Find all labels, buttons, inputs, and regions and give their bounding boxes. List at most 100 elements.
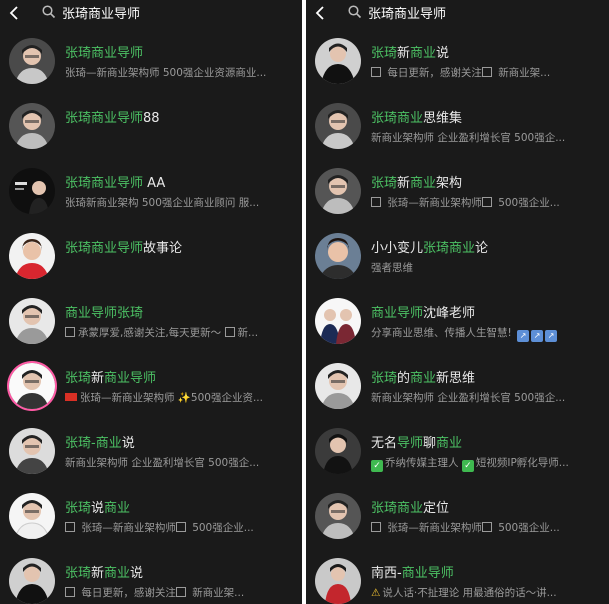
item-subtitle: 张琦—新商业架构师 500强企业... [371, 520, 601, 535]
list-item[interactable]: 张琦商业导师 AA 张琦新商业架构 500强企业商业顾问 服... [0, 160, 302, 225]
item-subtitle: 新商业架构师 企业盈利增长官 500强企... [371, 132, 566, 144]
item-title: 张琦说商业 [65, 501, 131, 516]
search-bar: 张琦商业导师 [306, 0, 609, 26]
list-item[interactable]: 张琦商业导师故事论 [0, 225, 302, 290]
checkbox-icon [224, 327, 235, 337]
left-panel: 张琦商业导师 张琦商业导师 张琦—新商业架构师 500强企业资源商业... 张琦… [0, 0, 302, 604]
list-item[interactable]: 张琦-商业说 新商业架构师 企业盈利增长官 500强企... [0, 420, 302, 485]
item-title: 张琦新商业架构 [371, 176, 463, 191]
item-title: 张琦商业导师 [65, 46, 144, 61]
avatar [315, 168, 361, 214]
checkbox-icon [65, 587, 75, 597]
avatar [315, 38, 361, 84]
check-mark-icon: ✓ [371, 460, 383, 472]
item-subtitle: ⚠ 说人话·不扯理论 用最通俗的话～讲... [371, 587, 557, 599]
result-list: 张琦商业导师 张琦—新商业架构师 500强企业资源商业... 张琦商业导师88 … [0, 30, 302, 604]
list-item[interactable]: 南西-商业导师 ⚠ 说人话·不扯理论 用最通俗的话～讲... [306, 550, 609, 604]
checkbox-icon [481, 197, 492, 207]
item-subtitle: 每日更新，感谢关注 新商业架... [65, 585, 294, 600]
checkbox-icon [175, 587, 186, 597]
item-title: 张琦新商业说 [371, 46, 450, 61]
list-item[interactable]: 小小变儿张琦商业论 强者思维 [306, 225, 609, 290]
list-item[interactable]: 无名导师聊商业 ✓ 乔纳传媒主理人 ✓ 短视频IP孵化导师... [306, 420, 609, 485]
search-icon [42, 5, 56, 19]
item-subtitle: 分享商业思维、传播人生智慧! ↗ ↗ ↗ [371, 325, 601, 342]
list-item[interactable]: 商业导师沈峰老师 分享商业思维、传播人生智慧! ↗ ↗ ↗ [306, 290, 609, 355]
warning-icon: ⚠ [371, 587, 381, 599]
search-icon [348, 5, 362, 19]
item-title: 张琦商业导师88 [65, 111, 160, 126]
result-list: 张琦新商业说 每日更新，感谢关注 新商业架... 张琦商业思维集 新商业架构师 … [306, 30, 609, 604]
item-subtitle: 张琦—新商业架构师 500强企业资源商业... [65, 67, 267, 79]
item-subtitle: 强者思维 [371, 262, 413, 274]
item-title: 南西-商业导师 [371, 566, 454, 581]
checkbox-icon [175, 522, 186, 532]
search-input[interactable]: 张琦商业导师 [62, 3, 140, 22]
avatar [9, 493, 55, 539]
right-panel: 张琦商业导师 张琦新商业说 每日更新，感谢关注 新商业架... 张琦商业思维集 … [306, 0, 609, 604]
item-subtitle: ✓ 乔纳传媒主理人 ✓ 短视频IP孵化导师... [371, 455, 601, 472]
checkbox-icon [371, 522, 381, 532]
avatar [9, 558, 55, 604]
avatar [9, 103, 55, 149]
item-title: 张琦商业定位 [371, 501, 450, 516]
avatar [315, 298, 361, 344]
item-subtitle: 承蒙厚爱,感谢关注,每天更新～ 新... [65, 325, 294, 340]
back-arrow-icon[interactable] [314, 5, 328, 21]
item-subtitle: 张琦—新商业架构师 500强企业... [371, 195, 601, 210]
avatar [315, 363, 361, 409]
list-item[interactable]: 张琦商业导师88 [0, 95, 302, 160]
check-mark-icon: ✓ [461, 460, 474, 472]
item-title: 张琦新商业说 [65, 566, 144, 581]
item-subtitle: 每日更新，感谢关注 新商业架... [371, 65, 601, 80]
checkbox-icon [371, 67, 381, 77]
list-item[interactable]: 张琦说商业 张琦—新商业架构师 500强企业... [0, 485, 302, 550]
share-arrow-icon: ↗ [517, 330, 530, 342]
item-subtitle: 新商业架构师 企业盈利增长官 500强企... [371, 392, 566, 404]
avatar [315, 493, 361, 539]
china-flag-icon [65, 393, 77, 401]
avatar [9, 233, 55, 279]
item-title: 张琦商业导师 AA [65, 176, 166, 191]
avatar [9, 298, 55, 344]
checkbox-icon [481, 522, 492, 532]
checkbox-icon [371, 197, 381, 207]
list-item[interactable]: 张琦新商业架构 张琦—新商业架构师 500强企业... [306, 160, 609, 225]
list-item[interactable]: 张琦新商业导师 张琦—新商业架构师 ✨500强企业资... [0, 355, 302, 420]
avatar [315, 233, 361, 279]
search-bar: 张琦商业导师 [0, 0, 302, 26]
list-item[interactable]: 商业导师张琦 承蒙厚爱,感谢关注,每天更新～ 新... [0, 290, 302, 355]
checkbox-icon [65, 522, 75, 532]
item-title: 张琦商业导师故事论 [65, 241, 183, 256]
avatar [9, 363, 55, 409]
item-title: 无名导师聊商业 [371, 436, 463, 451]
item-title: 张琦-商业说 [65, 436, 135, 451]
item-title: 小小变儿张琦商业论 [371, 241, 489, 256]
list-item[interactable]: 张琦的商业新思维 新商业架构师 企业盈利增长官 500强企... [306, 355, 609, 420]
share-arrow-icon: ↗ [531, 330, 544, 342]
list-item[interactable]: 张琦商业思维集 新商业架构师 企业盈利增长官 500强企... [306, 95, 609, 160]
item-title: 商业导师沈峰老师 [371, 306, 476, 321]
item-subtitle: 张琦—新商业架构师 ✨500强企业资... [65, 390, 294, 405]
item-title: 商业导师张琦 [65, 306, 144, 321]
avatar [9, 428, 55, 474]
item-title: 张琦商业思维集 [371, 111, 463, 126]
item-subtitle: 张琦—新商业架构师 500强企业... [65, 520, 294, 535]
avatar [315, 428, 361, 474]
list-item[interactable]: 张琦商业导师 张琦—新商业架构师 500强企业资源商业... [0, 30, 302, 95]
avatar [9, 38, 55, 84]
back-arrow-icon[interactable] [8, 5, 22, 21]
sparkle-icon: ✨ [177, 392, 191, 404]
item-title: 张琦的商业新思维 [371, 371, 476, 386]
avatar [315, 558, 361, 604]
share-arrow-icon: ↗ [545, 330, 558, 342]
list-item[interactable]: 张琦新商业说 每日更新，感谢关注 新商业架... [306, 30, 609, 95]
avatar [315, 103, 361, 149]
item-subtitle: 新商业架构师 企业盈利增长官 500强企... [65, 457, 260, 469]
list-item[interactable]: 张琦商业定位 张琦—新商业架构师 500强企业... [306, 485, 609, 550]
item-subtitle: 张琦新商业架构 500强企业商业顾问 服... [65, 197, 260, 209]
item-title: 张琦新商业导师 [65, 371, 157, 386]
list-item[interactable]: 张琦新商业说 每日更新，感谢关注 新商业架... [0, 550, 302, 604]
checkbox-icon [65, 327, 75, 337]
search-input[interactable]: 张琦商业导师 [368, 3, 446, 22]
